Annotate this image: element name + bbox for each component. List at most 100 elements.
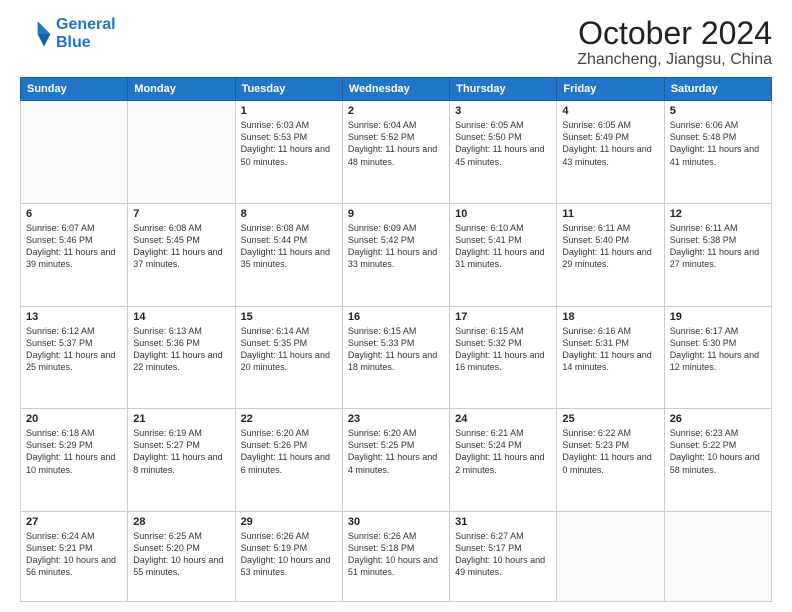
day-number: 3 [455,105,551,117]
day-number: 27 [26,516,122,528]
day-number: 7 [133,208,229,220]
day-number: 16 [348,311,444,323]
day-number: 22 [241,413,337,425]
col-monday: Monday [128,78,235,101]
day-info: Sunrise: 6:15 AMSunset: 5:33 PMDaylight:… [348,325,444,374]
table-row [128,101,235,204]
calendar-subtitle: Zhancheng, Jiangsu, China [577,51,772,69]
day-number: 15 [241,311,337,323]
table-row: 31 Sunrise: 6:27 AMSunset: 5:17 PMDayligh… [450,511,557,601]
day-number: 10 [455,208,551,220]
table-row: 5 Sunrise: 6:06 AMSunset: 5:48 PMDaylight… [664,101,771,204]
day-number: 21 [133,413,229,425]
table-row: 20 Sunrise: 6:18 AMSunset: 5:29 PMDayligh… [21,409,128,512]
table-row: 28 Sunrise: 6:25 AMSunset: 5:20 PMDayligh… [128,511,235,601]
day-number: 2 [348,105,444,117]
day-number: 19 [670,311,766,323]
logo: General Blue [20,16,116,51]
day-info: Sunrise: 6:11 AMSunset: 5:40 PMDaylight:… [562,222,658,271]
table-row: 4 Sunrise: 6:05 AMSunset: 5:49 PMDaylight… [557,101,664,204]
page: General Blue October 2024 Zhancheng, Jia… [0,0,792,612]
day-info: Sunrise: 6:09 AMSunset: 5:42 PMDaylight:… [348,222,444,271]
day-info: Sunrise: 6:10 AMSunset: 5:41 PMDaylight:… [455,222,551,271]
table-row: 6Sunrise: 6:07 AMSunset: 5:46 PMDaylight… [21,203,128,306]
day-info: Sunrise: 6:13 AMSunset: 5:36 PMDaylight:… [133,325,229,374]
day-info: Sunrise: 6:22 AMSunset: 5:23 PMDaylight:… [562,427,658,476]
day-info: Sunrise: 6:27 AMSunset: 5:17 PMDaylight:… [455,530,551,579]
table-row: 18 Sunrise: 6:16 AMSunset: 5:31 PMDayligh… [557,306,664,409]
table-row: 3 Sunrise: 6:05 AMSunset: 5:50 PMDaylight… [450,101,557,204]
table-row: 25 Sunrise: 6:22 AMSunset: 5:23 PMDayligh… [557,409,664,512]
day-number: 29 [241,516,337,528]
day-info: Sunrise: 6:21 AMSunset: 5:24 PMDaylight:… [455,427,551,476]
table-row: 30 Sunrise: 6:26 AMSunset: 5:18 PMDayligh… [342,511,449,601]
day-info: Sunrise: 6:04 AMSunset: 5:52 PMDaylight:… [348,119,444,168]
day-number: 24 [455,413,551,425]
table-row: 24 Sunrise: 6:21 AMSunset: 5:24 PMDayligh… [450,409,557,512]
day-number: 26 [670,413,766,425]
calendar-title: October 2024 [577,16,772,51]
day-info: Sunrise: 6:20 AMSunset: 5:25 PMDaylight:… [348,427,444,476]
table-row: 1 Sunrise: 6:03 AMSunset: 5:53 PMDaylight… [235,101,342,204]
table-row [21,101,128,204]
day-info: Sunrise: 6:07 AMSunset: 5:46 PMDaylight:… [26,222,122,271]
table-row: 21 Sunrise: 6:19 AMSunset: 5:27 PMDayligh… [128,409,235,512]
day-info: Sunrise: 6:15 AMSunset: 5:32 PMDaylight:… [455,325,551,374]
day-number: 20 [26,413,122,425]
table-row: 29Sunrise: 6:26 AMSunset: 5:19 PMDayligh… [235,511,342,601]
table-row: 22Sunrise: 6:20 AMSunset: 5:26 PMDayligh… [235,409,342,512]
day-number: 13 [26,311,122,323]
table-row [557,511,664,601]
col-wednesday: Wednesday [342,78,449,101]
day-number: 4 [562,105,658,117]
table-row: 27Sunrise: 6:24 AMSunset: 5:21 PMDayligh… [21,511,128,601]
day-info: Sunrise: 6:03 AMSunset: 5:53 PMDaylight:… [241,119,337,168]
table-row: 12 Sunrise: 6:11 AMSunset: 5:38 PMDayligh… [664,203,771,306]
logo-icon [20,18,52,50]
day-info: Sunrise: 6:14 AMSunset: 5:35 PMDaylight:… [241,325,337,374]
table-row: 11Sunrise: 6:11 AMSunset: 5:40 PMDayligh… [557,203,664,306]
table-row: 8 Sunrise: 6:08 AMSunset: 5:44 PMDaylight… [235,203,342,306]
col-friday: Friday [557,78,664,101]
table-row: 14Sunrise: 6:13 AMSunset: 5:36 PMDayligh… [128,306,235,409]
table-row: 23 Sunrise: 6:20 AMSunset: 5:25 PMDayligh… [342,409,449,512]
day-number: 12 [670,208,766,220]
table-row: 16 Sunrise: 6:15 AMSunset: 5:33 PMDayligh… [342,306,449,409]
table-row: 7Sunrise: 6:08 AMSunset: 5:45 PMDaylight… [128,203,235,306]
day-number: 8 [241,208,337,220]
day-info: Sunrise: 6:11 AMSunset: 5:38 PMDaylight:… [670,222,766,271]
day-info: Sunrise: 6:23 AMSunset: 5:22 PMDaylight:… [670,427,766,476]
day-info: Sunrise: 6:06 AMSunset: 5:48 PMDaylight:… [670,119,766,168]
day-number: 23 [348,413,444,425]
day-info: Sunrise: 6:19 AMSunset: 5:27 PMDaylight:… [133,427,229,476]
table-row: 15 Sunrise: 6:14 AMSunset: 5:35 PMDayligh… [235,306,342,409]
day-info: Sunrise: 6:05 AMSunset: 5:49 PMDaylight:… [562,119,658,168]
day-info: Sunrise: 6:18 AMSunset: 5:29 PMDaylight:… [26,427,122,476]
day-number: 1 [241,105,337,117]
table-row: 26 Sunrise: 6:23 AMSunset: 5:22 PMDayligh… [664,409,771,512]
day-info: Sunrise: 6:17 AMSunset: 5:30 PMDaylight:… [670,325,766,374]
day-number: 5 [670,105,766,117]
day-number: 17 [455,311,551,323]
day-info: Sunrise: 6:05 AMSunset: 5:50 PMDaylight:… [455,119,551,168]
day-number: 9 [348,208,444,220]
day-number: 25 [562,413,658,425]
day-number: 30 [348,516,444,528]
table-row: 17 Sunrise: 6:15 AMSunset: 5:32 PMDayligh… [450,306,557,409]
calendar-header-row: Sunday Monday Tuesday Wednesday Thursday… [21,78,772,101]
table-row [664,511,771,601]
table-row: 9 Sunrise: 6:09 AMSunset: 5:42 PMDaylight… [342,203,449,306]
table-row: 2 Sunrise: 6:04 AMSunset: 5:52 PMDaylight… [342,101,449,204]
day-number: 28 [133,516,229,528]
day-number: 18 [562,311,658,323]
col-saturday: Saturday [664,78,771,101]
day-number: 31 [455,516,551,528]
day-info: Sunrise: 6:08 AMSunset: 5:44 PMDaylight:… [241,222,337,271]
table-row: 10 Sunrise: 6:10 AMSunset: 5:41 PMDayligh… [450,203,557,306]
header: General Blue October 2024 Zhancheng, Jia… [20,16,772,69]
table-row: 13Sunrise: 6:12 AMSunset: 5:37 PMDayligh… [21,306,128,409]
day-info: Sunrise: 6:16 AMSunset: 5:31 PMDaylight:… [562,325,658,374]
title-block: October 2024 Zhancheng, Jiangsu, China [577,16,772,69]
day-info: Sunrise: 6:26 AMSunset: 5:18 PMDaylight:… [348,530,444,579]
day-info: Sunrise: 6:25 AMSunset: 5:20 PMDaylight:… [133,530,229,579]
